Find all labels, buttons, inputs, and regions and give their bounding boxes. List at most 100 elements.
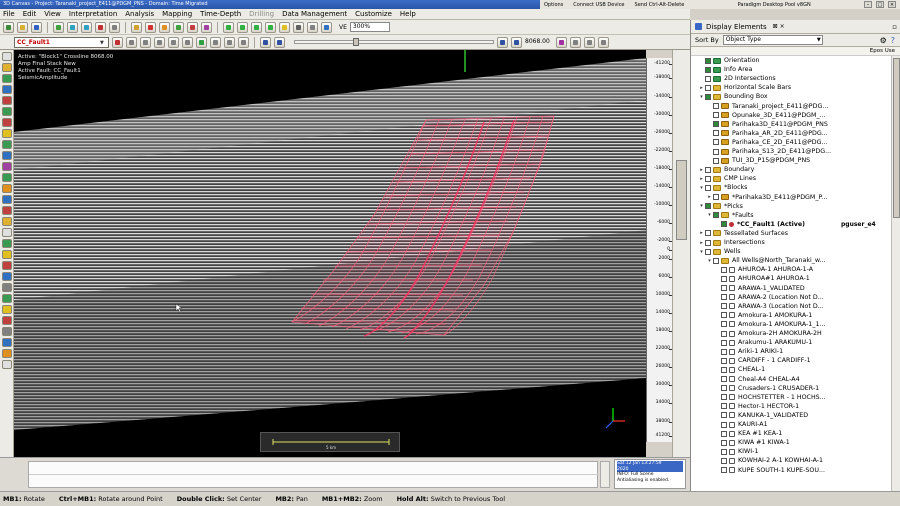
visibility-checkbox[interactable] <box>713 130 719 137</box>
expanded-icon[interactable]: ▾ <box>699 185 704 191</box>
fault-delete-icon[interactable] <box>140 36 151 48</box>
visibility-checkbox[interactable] <box>713 212 719 219</box>
visibility-checkbox[interactable] <box>705 239 711 246</box>
step-forward-icon[interactable] <box>584 36 595 48</box>
tree-item[interactable]: ▸ Intersections <box>699 238 765 247</box>
tree-item[interactable]: ▸ Tessellated Surfaces <box>699 229 788 238</box>
visibility-checkbox[interactable] <box>713 103 719 109</box>
collapsed-icon[interactable]: ▸ <box>699 176 704 182</box>
viewport-scrollbar[interactable] <box>672 50 690 457</box>
menu-data-management[interactable]: Data Management <box>282 10 347 18</box>
measure-tool-icon[interactable] <box>1 74 12 83</box>
expanded-icon[interactable]: ▾ <box>699 94 704 100</box>
message-log[interactable] <box>28 461 599 488</box>
first-line-icon[interactable] <box>260 36 271 48</box>
polygon-tool-icon[interactable] <box>1 96 12 105</box>
visibility-checkbox[interactable] <box>705 166 711 173</box>
tree-item[interactable]: Ariki-1 ARIKI-1 <box>715 347 783 356</box>
expanded-icon[interactable]: ▾ <box>707 212 712 218</box>
visibility-checkbox[interactable] <box>705 75 711 82</box>
tree-item[interactable]: *CC_Fault1 (Active) <box>715 220 805 229</box>
pick-auto-icon[interactable] <box>168 36 179 48</box>
visibility-checkbox[interactable] <box>721 385 727 392</box>
menu-edit[interactable]: Edit <box>23 10 37 18</box>
help-tool-icon[interactable] <box>1 360 12 369</box>
visibility-checkbox[interactable] <box>713 139 719 146</box>
tree-item[interactable]: ARAWA-2 (Location Not D... <box>715 293 824 302</box>
last-line-icon[interactable] <box>511 36 522 48</box>
visibility-checkbox[interactable] <box>721 312 727 319</box>
visibility-checkbox[interactable] <box>721 339 727 346</box>
select-icon[interactable] <box>53 21 64 33</box>
visibility-checkbox[interactable] <box>721 303 727 310</box>
volume-tool-icon[interactable] <box>1 195 12 204</box>
light-icon[interactable] <box>279 21 290 33</box>
visibility-checkbox[interactable] <box>721 421 727 428</box>
tree-item[interactable]: CARDIFF - 1 CARDIFF-1 <box>715 356 811 365</box>
horizon-tool-icon[interactable] <box>1 107 12 116</box>
seismic-scene[interactable] <box>14 50 646 457</box>
expanded-icon[interactable]: ▾ <box>699 203 704 209</box>
step-back-icon[interactable] <box>570 36 581 48</box>
menu-view[interactable]: View <box>44 10 61 18</box>
probe-tool-icon[interactable] <box>1 140 12 149</box>
visibility-checkbox[interactable] <box>721 266 727 273</box>
expanded-icon[interactable]: ▾ <box>707 258 712 264</box>
panel-settings-icon[interactable]: ⚙ <box>880 36 887 45</box>
sort-by-select[interactable]: Object Type ▼ <box>722 35 823 45</box>
active-fault-select[interactable]: CC_Fault1 ▼ <box>14 36 109 48</box>
pick-manual-icon[interactable] <box>182 36 193 48</box>
section-icon[interactable] <box>196 36 207 48</box>
eraser-tool-icon[interactable] <box>1 228 12 237</box>
visibility-checkbox[interactable] <box>705 203 711 210</box>
tree-item[interactable]: Crusaders-1 CRUSADER-1 <box>715 384 819 393</box>
tree-item[interactable]: Taranaki_project_E411@PDG... <box>707 102 828 111</box>
visibility-checkbox[interactable] <box>721 376 727 382</box>
tree-item[interactable]: ▸ Boundary <box>699 165 754 174</box>
view-side-icon[interactable] <box>237 21 248 33</box>
fault-tool-icon[interactable] <box>1 118 12 127</box>
tree-item[interactable]: TUI_3D_P15@PDGM_PNS <box>707 156 810 165</box>
visibility-checkbox[interactable] <box>705 93 711 100</box>
tree-item[interactable]: KIWA #1 KIWA-1 <box>715 438 790 447</box>
visibility-checkbox[interactable] <box>721 403 727 410</box>
visibility-checkbox[interactable] <box>705 84 711 91</box>
light-tool-icon[interactable] <box>1 305 12 314</box>
seismic-icon[interactable] <box>159 21 170 33</box>
fault-new-icon[interactable] <box>112 36 123 48</box>
tree-item[interactable]: KEA #1 KEA-1 <box>715 429 782 438</box>
tree-item[interactable]: ▾ *Blocks <box>699 183 747 192</box>
tree-item[interactable]: ▾ *Faults <box>707 211 753 220</box>
color-tool-icon[interactable] <box>1 316 12 325</box>
camera-tool-icon[interactable] <box>1 283 12 292</box>
layers-icon[interactable] <box>131 21 142 33</box>
tree-item[interactable]: Info Area <box>699 65 752 74</box>
crossline-slider[interactable] <box>294 38 494 46</box>
open-icon[interactable] <box>17 21 28 33</box>
collapsed-icon[interactable]: ▸ <box>707 194 712 200</box>
epos-user-column[interactable]: Epos Use <box>870 48 895 54</box>
tree-item[interactable]: KIWI-1 <box>715 447 758 456</box>
visibility-checkbox[interactable] <box>721 467 727 473</box>
pick-tool-icon[interactable] <box>1 63 12 72</box>
tree-item[interactable]: Parihaka_CE_2D_E411@PDG... <box>707 138 827 147</box>
tree-item[interactable]: CHEAL-1 <box>715 365 765 374</box>
surface-tool-icon[interactable] <box>1 173 12 182</box>
tree-item[interactable]: ▸ *Parihaka3D_E411@PDGM_P... <box>707 193 827 202</box>
marker-tool-icon[interactable] <box>1 261 12 270</box>
fault-icon[interactable] <box>187 21 198 33</box>
visibility-checkbox[interactable] <box>713 257 719 264</box>
visibility-checkbox[interactable] <box>721 430 727 437</box>
message-log-scrollbar[interactable] <box>600 461 610 488</box>
snapshot-icon[interactable] <box>321 21 332 33</box>
grid-icon[interactable] <box>145 21 156 33</box>
visibility-checkbox[interactable] <box>721 366 727 373</box>
visibility-checkbox[interactable] <box>713 148 719 155</box>
visibility-checkbox[interactable] <box>705 175 711 182</box>
visibility-checkbox[interactable] <box>721 330 727 337</box>
print-icon[interactable] <box>307 21 318 33</box>
panel-close-icon[interactable]: ⊠ × <box>773 23 785 30</box>
zoom-icon[interactable] <box>95 21 106 33</box>
tree-item[interactable]: KANUKA-1_VALIDATED <box>715 411 808 420</box>
inline-icon[interactable] <box>224 36 235 48</box>
